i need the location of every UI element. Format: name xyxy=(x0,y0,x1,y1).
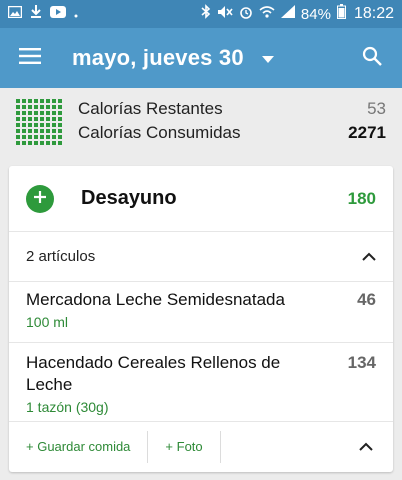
dropdown-arrow-icon xyxy=(261,55,274,63)
alarm-icon xyxy=(239,5,253,24)
items-count: 2 artículos xyxy=(26,248,96,265)
download-icon xyxy=(30,5,42,23)
signal-icon xyxy=(280,5,295,23)
food-calories: 134 xyxy=(347,353,376,372)
save-meal-button[interactable]: + Guardar comida xyxy=(9,430,149,463)
meal-card: Desayuno 180 2 artículos Mercadona Leche… xyxy=(9,166,393,472)
date-selector[interactable]: mayo, jueves 30 xyxy=(72,45,274,71)
app-bar: mayo, jueves 30 xyxy=(0,28,402,88)
calorie-summary[interactable]: Calorías Restantes Calorías Consumidas 5… xyxy=(0,88,402,154)
add-photo-button[interactable]: + Foto xyxy=(148,430,221,463)
food-calories: 46 xyxy=(357,290,376,309)
image-icon xyxy=(7,5,23,23)
meal-title: Desayuno xyxy=(81,187,177,209)
menu-button[interactable] xyxy=(0,28,60,88)
chevron-up-icon xyxy=(362,248,376,266)
battery-percent: 84% xyxy=(300,5,331,23)
dot-icon xyxy=(74,5,78,23)
youtube-icon xyxy=(50,5,66,23)
bluetooth-icon xyxy=(201,4,211,24)
collapse-button[interactable] xyxy=(339,422,393,471)
clock: 18:22 xyxy=(353,5,394,22)
meal-footer: + Guardar comida + Foto xyxy=(9,422,393,471)
food-serving: 100 ml xyxy=(26,314,69,330)
meal-header: Desayuno 180 xyxy=(9,166,393,232)
plus-icon xyxy=(34,190,46,208)
food-name: Mercadona Leche Semidesnatada xyxy=(26,290,285,309)
food-serving: 1 tazón (30g) xyxy=(26,399,109,415)
food-item[interactable]: Hacendado Cereales Rellenos de Leche 1 t… xyxy=(9,343,393,422)
notification-icons xyxy=(7,5,78,23)
status-bar: 84% 18:22 xyxy=(0,0,402,28)
battery-icon xyxy=(336,4,346,24)
chevron-up-icon xyxy=(359,438,373,456)
remaining-value: 53 xyxy=(367,99,386,118)
date-title: mayo, jueves 30 xyxy=(72,45,244,70)
consumed-label: Calorías Consumidas xyxy=(78,123,241,142)
calorie-grid-icon xyxy=(16,99,62,145)
items-toggle[interactable]: 2 artículos xyxy=(9,232,393,282)
remaining-label: Calorías Restantes xyxy=(78,99,223,118)
consumed-value: 2271 xyxy=(348,123,386,142)
system-icons: 84% 18:22 xyxy=(201,4,394,24)
search-icon xyxy=(362,46,382,71)
food-name: Hacendado Cereales Rellenos de Leche xyxy=(26,353,281,394)
wifi-icon xyxy=(259,5,275,23)
hamburger-icon xyxy=(19,47,41,69)
add-food-button[interactable] xyxy=(26,184,54,213)
food-item[interactable]: Mercadona Leche Semidesnatada 100 ml 46 xyxy=(9,282,393,343)
mute-icon xyxy=(217,5,233,24)
meal-total-calories: 180 xyxy=(347,188,376,208)
search-button[interactable] xyxy=(342,28,402,88)
